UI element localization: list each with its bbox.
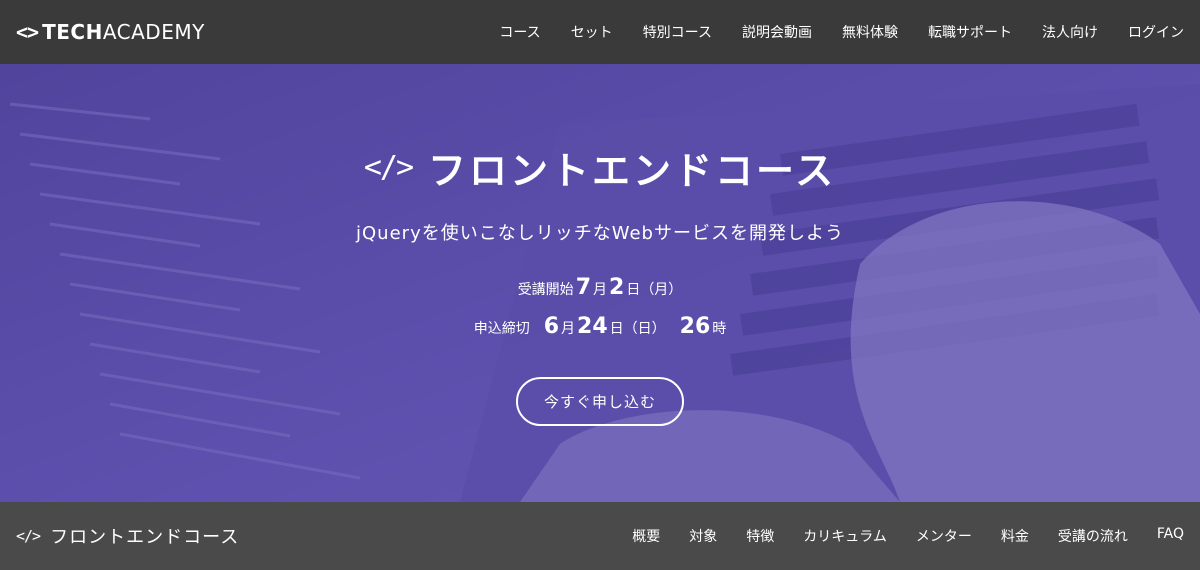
code-icon: </>	[16, 527, 41, 545]
code-icon: </>	[363, 150, 414, 185]
deadline-date: 申込締切 6 月 24 日 （日） 26 時	[474, 314, 727, 339]
subnav-price[interactable]: 料金	[1001, 526, 1029, 546]
nav-set[interactable]: セット	[571, 22, 613, 42]
start-day-unit: 日	[626, 282, 641, 298]
course-subnav-bar: </> フロントエンドコース 概要 対象 特徴 カリキュラム メンター 料金 受…	[0, 502, 1200, 570]
deadline-day: 24	[577, 314, 608, 339]
deadline-hour: 26	[679, 314, 711, 339]
start-day: 2	[609, 275, 625, 300]
logo-text-light: ACADEMY	[102, 20, 205, 44]
nav-login[interactable]: ログイン	[1128, 22, 1184, 42]
logo-brackets-icon: <>	[16, 20, 39, 44]
nav-free-trial[interactable]: 無料体験	[842, 22, 898, 42]
course-subtitle: jQueryを使いこなしリッチなWebサービスを開発しよう	[356, 223, 844, 244]
course-title: </> フロントエンドコース	[364, 140, 836, 195]
start-weekday: （月）	[640, 282, 683, 298]
start-date: 受講開始 7 月 2 日 （月）	[518, 275, 683, 300]
subnav-flow[interactable]: 受講の流れ	[1058, 526, 1128, 546]
deadline-hour-unit: 時	[712, 321, 727, 337]
subnav-features[interactable]: 特徴	[746, 526, 774, 546]
main-nav: コース セット 特別コース 説明会動画 無料体験 転職サポート 法人向け ログイ…	[469, 22, 1184, 42]
nav-career-support[interactable]: 転職サポート	[928, 22, 1012, 42]
subnav-faq[interactable]: FAQ	[1157, 526, 1184, 546]
deadline-day-unit: 日	[609, 321, 624, 337]
course-title-text: フロントエンドコース	[428, 149, 837, 193]
course-section-nav: 概要 対象 特徴 カリキュラム メンター 料金 受講の流れ FAQ	[603, 526, 1184, 546]
nav-seminar-video[interactable]: 説明会動画	[742, 22, 812, 42]
subnav-mentor[interactable]: メンター	[916, 526, 972, 546]
subnav-overview[interactable]: 概要	[632, 526, 660, 546]
nav-course[interactable]: コース	[499, 22, 540, 42]
deadline-month: 6	[543, 314, 560, 339]
nav-special-course[interactable]: 特別コース	[643, 22, 712, 42]
top-navbar: <> TECH ACADEMY コース セット 特別コース 説明会動画 無料体験…	[0, 0, 1200, 64]
nav-corporate[interactable]: 法人向け	[1042, 22, 1098, 42]
start-date-label: 受講開始	[517, 282, 574, 298]
hero-content: </> フロントエンドコース jQueryを使いこなしリッチなWebサービスを開…	[0, 64, 1200, 502]
start-month-unit: 月	[593, 282, 607, 298]
deadline-month-unit: 月	[561, 321, 576, 337]
subnav-target[interactable]: 対象	[689, 526, 717, 546]
techacademy-logo[interactable]: <> TECH ACADEMY	[16, 20, 205, 44]
schedule-info: 受講開始 7 月 2 日 （月） 申込締切 6 月 24 日 （日） 26 時	[474, 275, 727, 339]
logo-text-bold: TECH	[42, 20, 103, 44]
deadline-weekday: （日）	[623, 321, 666, 337]
subnav-course-title[interactable]: </> フロントエンドコース	[16, 523, 239, 549]
start-month: 7	[575, 275, 591, 300]
subnav-title-text: フロントエンドコース	[50, 527, 240, 548]
deadline-label: 申込締切	[473, 321, 530, 337]
apply-now-button[interactable]: 今すぐ申し込む	[515, 377, 684, 426]
subnav-curriculum[interactable]: カリキュラム	[803, 526, 887, 546]
hero-section: </> フロントエンドコース jQueryを使いこなしリッチなWebサービスを開…	[0, 64, 1200, 502]
